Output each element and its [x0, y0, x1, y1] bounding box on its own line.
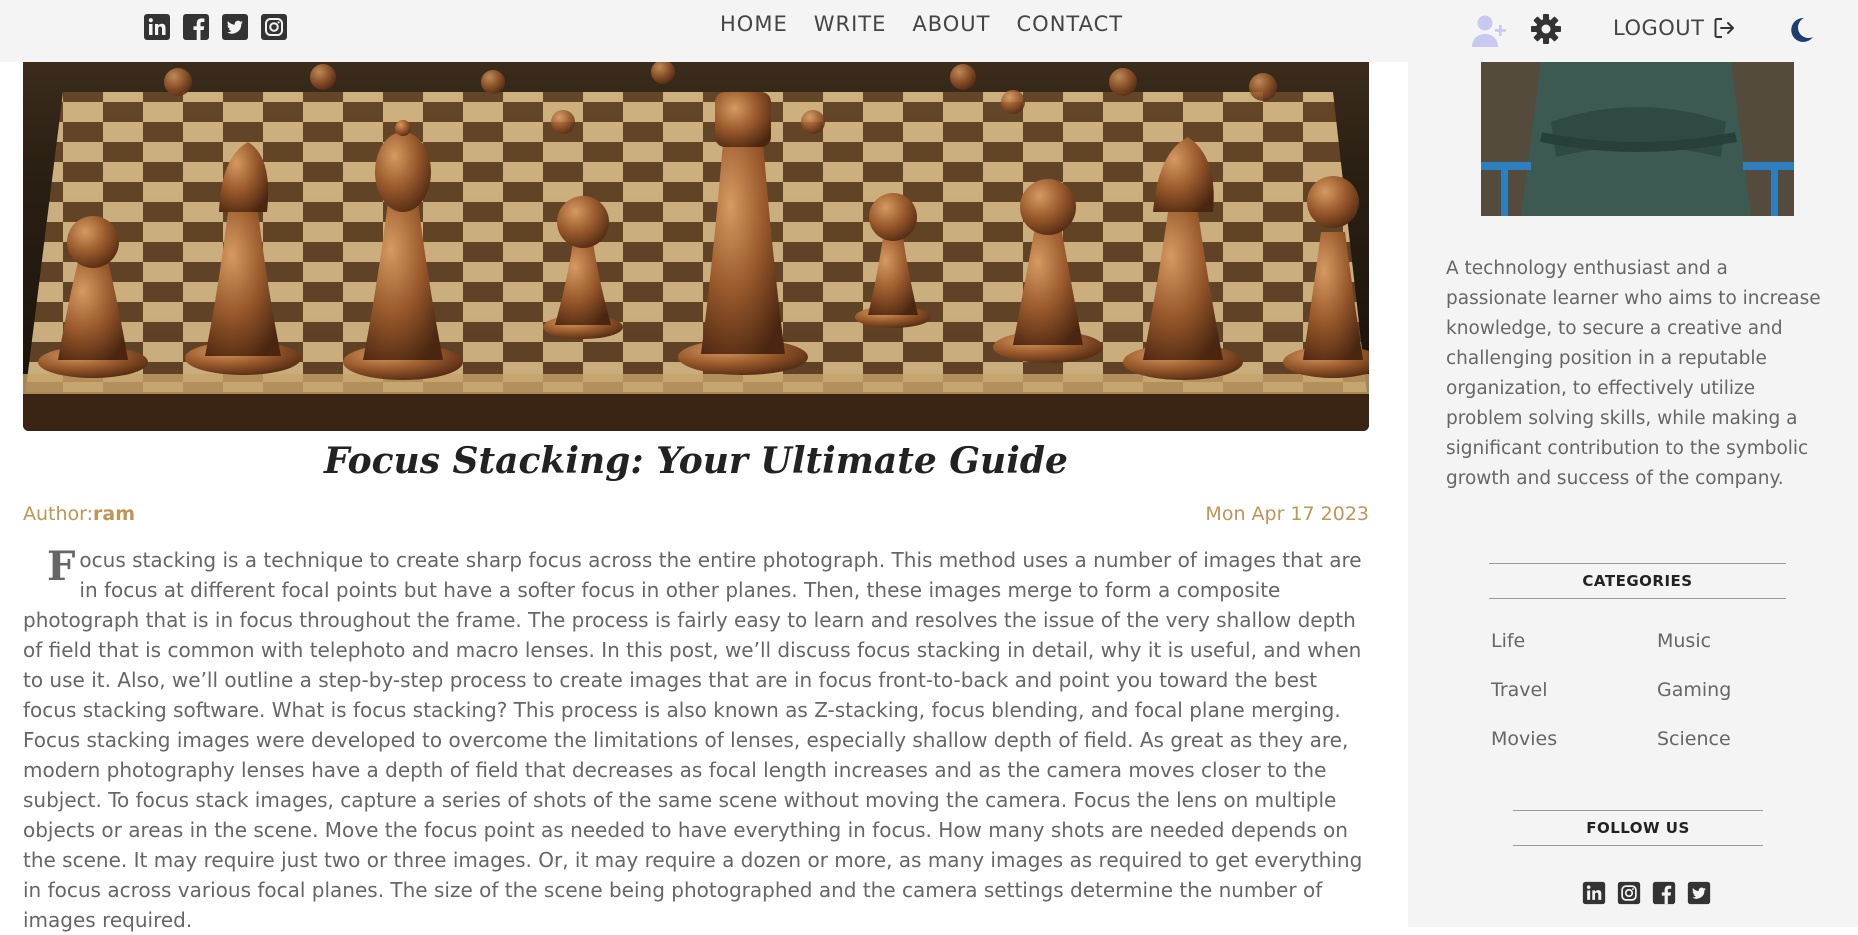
post-dropcap: F	[47, 543, 76, 590]
category-travel[interactable]: Travel	[1491, 677, 1657, 703]
logout-button[interactable]: LOGOUT	[1613, 16, 1736, 40]
author-name[interactable]: ram	[93, 503, 135, 525]
categories-list: Life Music Travel Gaming Movies Science	[1491, 628, 1821, 752]
profile-image	[1481, 62, 1794, 216]
category-life[interactable]: Life	[1491, 628, 1657, 654]
follow-us-title: FOLLOW US	[1513, 810, 1763, 846]
post-title: Focus Stacking: Your Ultimate Guide	[324, 440, 1068, 482]
post-hero-image	[23, 62, 1369, 431]
chess-board-image	[23, 62, 1369, 431]
post-author: Author:ram	[23, 503, 135, 525]
facebook-icon[interactable]	[1652, 881, 1676, 905]
logout-icon	[1714, 18, 1735, 38]
category-movies[interactable]: Movies	[1491, 726, 1657, 752]
user-add-icon[interactable]	[1472, 14, 1508, 48]
about-text: A technology enthusiast and a passionate…	[1446, 258, 1821, 489]
post-date: Mon Apr 17 2023	[1205, 503, 1369, 525]
follow-icons	[1582, 881, 1711, 905]
instagram-icon[interactable]	[1617, 881, 1641, 905]
twitter-icon[interactable]	[1687, 881, 1711, 905]
moon-icon[interactable]	[1787, 16, 1815, 44]
linkedin-icon[interactable]	[1582, 881, 1606, 905]
top-bar: HOME WRITE ABOUT CONTACT LOGOUT	[0, 0, 1858, 62]
profile-photo	[1481, 62, 1794, 216]
post-body-text: ocus stacking is a technique to create s…	[23, 548, 1363, 932]
post-body: Focus stacking is a technique to create …	[23, 545, 1369, 935]
category-gaming[interactable]: Gaming	[1657, 677, 1821, 703]
header-tools: LOGOUT	[0, 12, 1858, 52]
category-music[interactable]: Music	[1657, 628, 1821, 654]
author-label: Author:	[23, 503, 94, 525]
category-science[interactable]: Science	[1657, 726, 1821, 752]
gear-icon[interactable]	[1531, 14, 1561, 44]
categories-title: CATEGORIES	[1489, 563, 1786, 599]
logout-label: LOGOUT	[1613, 16, 1705, 40]
